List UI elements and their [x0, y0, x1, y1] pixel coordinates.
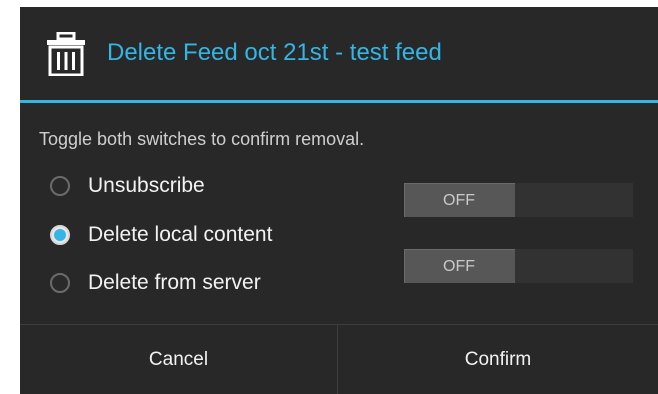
radio-button-unchecked[interactable] — [50, 176, 70, 196]
option-delete-local-content[interactable]: Delete local content — [50, 219, 272, 251]
option-label: Unsubscribe — [88, 174, 205, 197]
switch-unsubscribe[interactable]: OFF — [404, 183, 633, 217]
radio-button-unchecked[interactable] — [50, 273, 70, 293]
cancel-button[interactable]: Cancel — [20, 325, 337, 394]
option-label: Delete local content — [88, 223, 273, 246]
confirm-button[interactable]: Confirm — [338, 325, 658, 394]
dialog-message: Toggle both switches to confirm removal. — [39, 129, 365, 149]
dialog-title-bar: Delete Feed oct 21st - test feed — [20, 7, 658, 100]
switch-delete-from-server[interactable]: OFF — [404, 249, 633, 283]
option-label: Delete from server — [88, 271, 261, 294]
switch-thumb[interactable]: OFF — [404, 183, 515, 217]
switch-thumb[interactable]: OFF — [404, 249, 515, 283]
option-unsubscribe[interactable]: Unsubscribe — [50, 170, 205, 202]
delete-feed-dialog: Delete Feed oct 21st - test feed Toggle … — [20, 7, 658, 394]
radio-button-checked[interactable] — [50, 225, 70, 245]
trash-icon — [47, 32, 85, 76]
option-delete-from-server[interactable]: Delete from server — [50, 267, 261, 299]
dialog-title: Delete Feed oct 21st - test feed — [107, 39, 442, 66]
title-divider — [20, 100, 658, 103]
